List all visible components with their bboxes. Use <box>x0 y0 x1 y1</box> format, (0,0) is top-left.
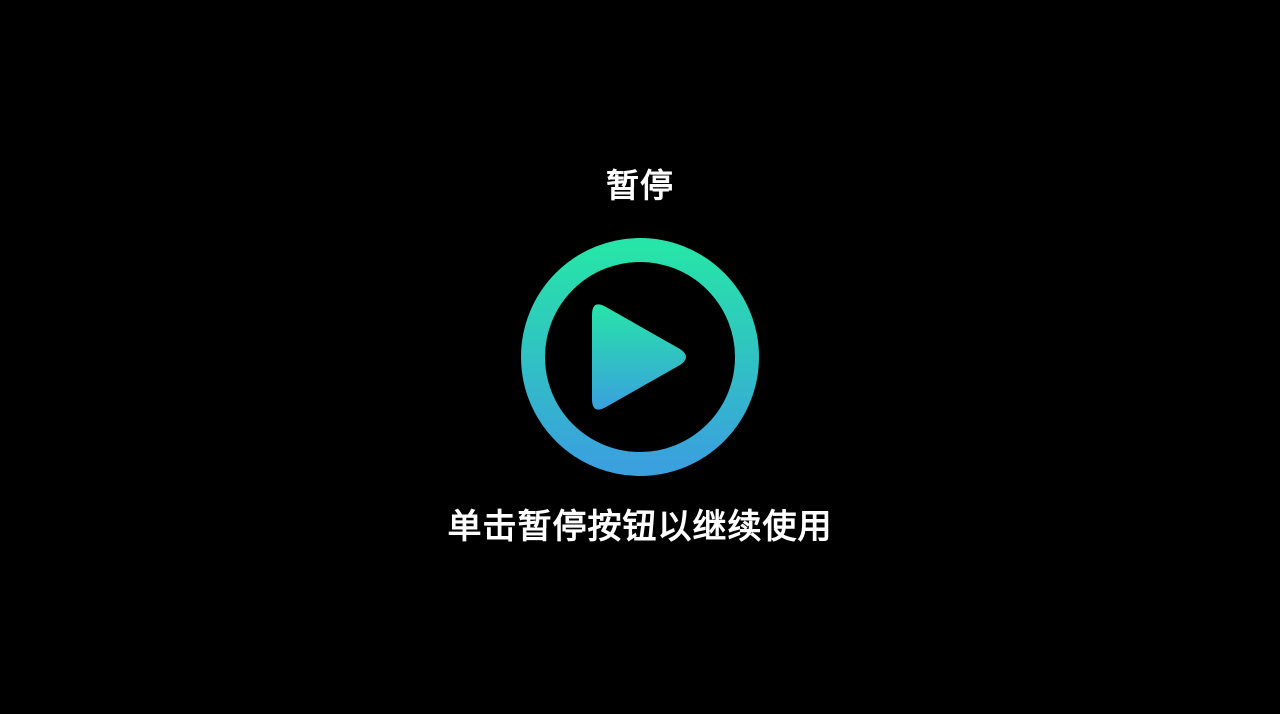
play-circle-icon <box>521 238 759 476</box>
play-triangle-icon <box>592 304 686 410</box>
pause-title: 暂停 <box>606 166 674 205</box>
resume-play-button[interactable] <box>520 237 760 477</box>
pause-screen: 暂停 单击暂停按钮以继续使用 <box>0 0 1280 714</box>
resume-hint-text: 单击暂停按钮以继续使用 <box>447 507 833 547</box>
